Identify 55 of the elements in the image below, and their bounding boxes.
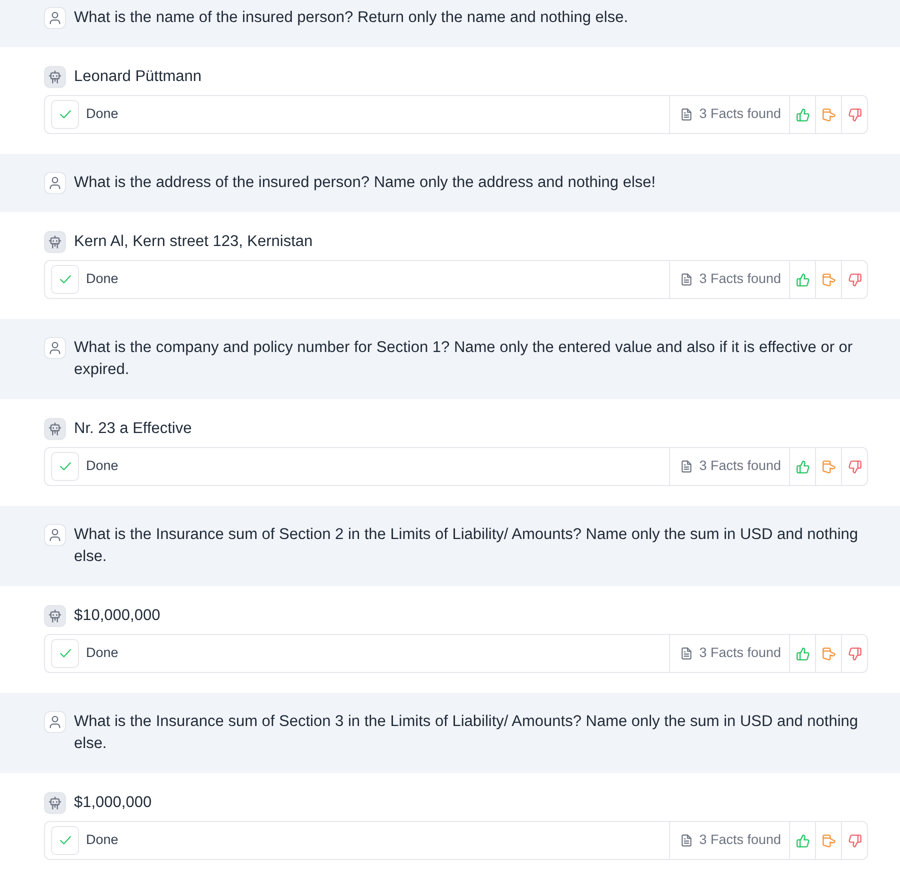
thumb-sideways-icon [822, 646, 836, 660]
status-label: Done [86, 644, 118, 662]
thumbs-up-icon [796, 460, 810, 474]
robot-icon [44, 66, 66, 88]
thumb-sideways-icon [822, 272, 836, 286]
facts-found-button[interactable]: 3 Facts found [669, 261, 789, 298]
check-icon [51, 100, 79, 129]
status-label: Done [86, 270, 118, 288]
thumbs-down-icon [848, 108, 862, 122]
answer-text: $10,000,000 [74, 606, 160, 626]
question-text: What is the Insurance sum of Section 2 in the Limits of Liability/ Amounts? Name only the sum in USD and nothing else. [74, 525, 860, 567]
question-text: What is the Insurance sum of Section 3 in the Limits of Liability/ Amounts? Name only the sum in USD and nothing else. [74, 712, 860, 754]
thumbs-up-icon [796, 834, 810, 848]
facts-found-button[interactable]: 3 Facts found [669, 822, 789, 859]
answer-text: Nr. 23 a Effective [74, 419, 192, 439]
thumbs-down-icon [848, 646, 862, 660]
user-icon [44, 172, 66, 194]
facts-found-button[interactable]: 3 Facts found [669, 448, 789, 485]
question-text: What is the name of the insured person? Return only the name and nothing else. [74, 8, 628, 28]
status-label: Done [86, 105, 118, 124]
thumb-sideways-icon [822, 834, 836, 848]
check-icon [51, 452, 79, 481]
answer-text: Kern Al, Kern street 123, Kernistan [74, 232, 313, 252]
check-icon [51, 639, 79, 668]
thumbs-down-icon [848, 834, 862, 848]
question-text: What is the company and policy number for Section 1? Name only the entered value and also if it is effective or or expired. [74, 338, 854, 380]
thumbs-up-icon [796, 108, 810, 122]
question-text: What is the address of the insured person? Name only the address and nothing else! [74, 173, 656, 193]
answer-text: Leonard Püttmann [74, 67, 202, 87]
robot-icon [44, 418, 66, 440]
thumbs-down-icon [848, 460, 862, 474]
facts-found-button[interactable]: 3 Facts found [669, 635, 789, 672]
user-icon [44, 711, 66, 733]
check-icon [51, 265, 79, 294]
thumb-sideways-icon [822, 108, 836, 122]
thumbs-up-icon [796, 272, 810, 286]
robot-icon [44, 792, 66, 814]
robot-icon [44, 231, 66, 253]
document-icon [680, 273, 694, 286]
thumbs-down-icon [848, 272, 862, 286]
answer-text: $1,000,000 [74, 793, 152, 813]
document-icon [680, 647, 694, 660]
document-icon [680, 834, 694, 847]
user-icon [44, 524, 66, 546]
thumbs-up-icon [796, 646, 810, 660]
robot-icon [44, 605, 66, 627]
user-icon [44, 7, 66, 29]
status-label: Done [86, 457, 118, 476]
facts-found-button[interactable]: 3 Facts found [669, 96, 789, 133]
status-label: Done [86, 831, 118, 850]
document-icon [680, 108, 694, 121]
check-icon [51, 826, 79, 855]
user-icon [44, 337, 66, 359]
thumb-sideways-icon [822, 460, 836, 474]
document-icon [680, 460, 694, 473]
